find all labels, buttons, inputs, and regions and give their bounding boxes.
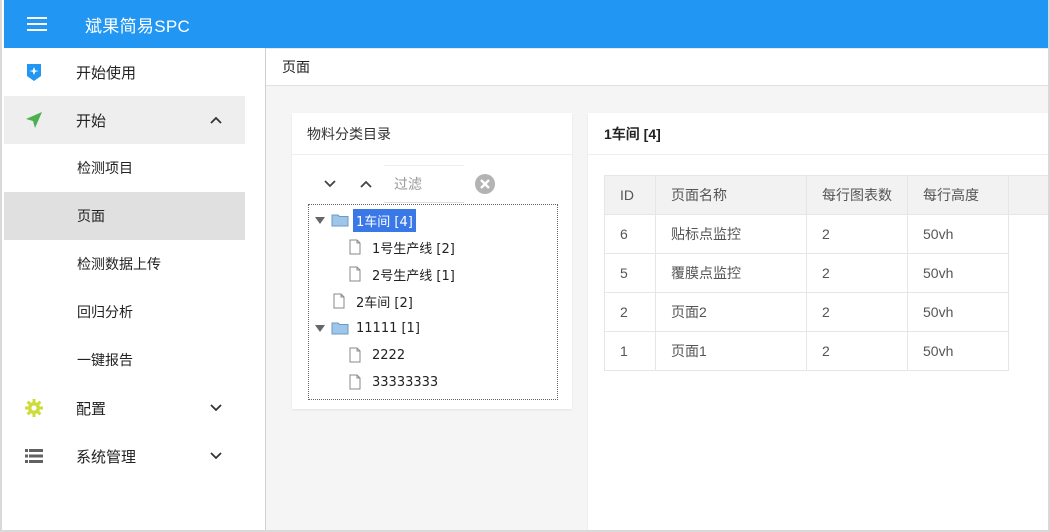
tree-node-33333333[interactable]: 33333333 xyxy=(349,370,441,394)
send-arrow-icon xyxy=(26,112,42,128)
tree-toolbar xyxy=(312,165,496,203)
hamburger-icon xyxy=(27,23,47,25)
cell-row-height: 50vh xyxy=(907,331,1009,371)
material-tree-card: 物料分类目录 1车间 [4] xyxy=(292,113,572,409)
clear-filter-icon[interactable] xyxy=(474,173,496,195)
app-title: 斌果简易SPC xyxy=(85,16,191,36)
sidebar: 开始使用 开始 检测项目 页面 检测数据上传 回归分析 一键报告 配置 系统管理 xyxy=(4,48,245,530)
tree-node-workshop-2[interactable]: 2车间 [2] xyxy=(333,289,416,313)
sidebar-item-label: 页面 xyxy=(77,208,105,224)
chevron-down-icon xyxy=(210,404,222,412)
cell-row-height: 50vh xyxy=(907,292,1009,332)
material-tree: 1车间 [4] 1号生产线 [2] 2号生产线 [1] 2车间 [2] 1111… xyxy=(308,204,558,400)
file-icon xyxy=(349,347,361,363)
cell-id: 5 xyxy=(604,253,656,293)
sidebar-item-label: 一键报告 xyxy=(77,352,133,368)
tree-node-2222[interactable]: 2222 xyxy=(349,343,408,367)
tree-card-title: 物料分类目录 xyxy=(292,113,572,155)
app-header: 斌果简易SPC xyxy=(4,0,1048,48)
cell-id: 1 xyxy=(604,331,656,371)
sidebar-item-label: 检测数据上传 xyxy=(77,256,161,272)
sidebar-item-start[interactable]: 开始 xyxy=(4,96,245,144)
collapse-triangle-icon[interactable] xyxy=(315,323,325,333)
cell-name: 贴标点监控 xyxy=(655,214,807,254)
sidebar-item-label: 回归分析 xyxy=(77,304,133,320)
folder-icon xyxy=(331,322,349,335)
chevron-up-icon xyxy=(210,116,222,124)
cell-name: 页面1 xyxy=(655,331,807,371)
sidebar-subitem-regression[interactable]: 回归分析 xyxy=(4,288,245,336)
breadcrumb: 页面 xyxy=(266,48,1048,86)
cell-id: 2 xyxy=(604,292,656,332)
sidebar-item-label: 系统管理 xyxy=(76,448,137,466)
pages-table: ID 页面名称 每行图表数 每行高度 6 贴标点监控 2 50vh 5 覆膜点监… xyxy=(604,175,1049,371)
file-icon xyxy=(349,374,361,390)
sidebar-subitem-inspection-items[interactable]: 检测项目 xyxy=(4,144,245,192)
sidebar-item-label: 检测项目 xyxy=(77,160,133,176)
sidebar-item-label: 配置 xyxy=(76,400,107,418)
pages-card-title: 1车间 [4] xyxy=(588,113,1048,155)
tree-node-line-1[interactable]: 1号生产线 [2] xyxy=(349,235,458,259)
chevron-up-icon xyxy=(360,180,372,188)
cell-name: 页面2 xyxy=(655,292,807,332)
table-header-row: ID 页面名称 每行图表数 每行高度 xyxy=(604,175,1048,215)
tree-node-label: 2车间 [2] xyxy=(356,295,413,311)
file-icon xyxy=(349,266,361,282)
cell-row-height: 50vh xyxy=(907,214,1009,254)
tree-node-label: 1号生产线 [2] xyxy=(372,241,455,257)
list-icon xyxy=(25,449,43,463)
sidebar-subitem-data-upload[interactable]: 检测数据上传 xyxy=(4,240,245,288)
column-header-name[interactable]: 页面名称 xyxy=(655,175,807,215)
tree-node-label: 1车间 [4] xyxy=(353,208,416,232)
sidebar-item-config[interactable]: 配置 xyxy=(4,384,245,432)
sidebar-subitem-pages[interactable]: 页面 xyxy=(4,192,245,240)
tree-node-11111[interactable]: 11111 [1] xyxy=(315,316,423,340)
table-row[interactable]: 6 贴标点监控 2 50vh xyxy=(604,214,1049,254)
column-header-row-height[interactable]: 每行高度 xyxy=(907,175,1009,215)
file-icon xyxy=(333,293,345,309)
chevron-down-icon xyxy=(210,452,222,460)
file-icon xyxy=(349,239,361,255)
cell-charts-per-row: 2 xyxy=(806,331,908,371)
collapse-triangle-icon[interactable] xyxy=(315,215,325,225)
cell-row-height: 50vh xyxy=(907,253,1009,293)
column-header-filler xyxy=(1008,175,1048,215)
expand-all-button[interactable] xyxy=(312,166,348,202)
breadcrumb-label: 页面 xyxy=(282,59,310,75)
sidebar-item-getting-started[interactable]: 开始使用 xyxy=(4,48,245,96)
table-row[interactable]: 1 页面1 2 50vh xyxy=(604,331,1049,371)
app-frame: 斌果简易SPC 开始使用 开始 检测项目 页面 检测数据上传 回归分析 一键报告… xyxy=(0,0,1050,532)
tree-node-label: 11111 [1] xyxy=(356,320,420,336)
column-header-id[interactable]: ID xyxy=(604,175,656,215)
cell-charts-per-row: 2 xyxy=(806,214,908,254)
cell-id: 6 xyxy=(604,214,656,254)
table-row[interactable]: 5 覆膜点监控 2 50vh xyxy=(604,253,1049,293)
cell-name: 覆膜点监控 xyxy=(655,253,807,293)
gear-icon xyxy=(25,399,43,417)
tree-filter-input[interactable] xyxy=(384,165,464,203)
sidebar-subitem-report[interactable]: 一键报告 xyxy=(4,336,245,384)
folder-icon xyxy=(331,214,349,227)
cell-charts-per-row: 2 xyxy=(806,292,908,332)
tree-node-label: 2号生产线 [1] xyxy=(372,268,455,284)
sparkle-badge-icon xyxy=(27,64,41,81)
table-row[interactable]: 2 页面2 2 50vh xyxy=(604,292,1049,332)
tree-node-label: 2222 xyxy=(372,347,406,363)
chevron-down-icon xyxy=(324,180,336,188)
cell-charts-per-row: 2 xyxy=(806,253,908,293)
main-content: 页面 物料分类目录 过滤 1车间 [4] 1号生产线 [2] 2号生产线 [1]… xyxy=(266,48,1049,530)
tree-node-workshop-1[interactable]: 1车间 [4] xyxy=(315,208,416,232)
pages-card: 1车间 [4] ID 页面名称 每行图表数 每行高度 6 贴标点监控 2 50v… xyxy=(588,113,1049,530)
sidebar-item-system[interactable]: 系统管理 xyxy=(4,432,245,480)
column-header-charts-per-row[interactable]: 每行图表数 xyxy=(806,175,908,215)
tree-node-line-2[interactable]: 2号生产线 [1] xyxy=(349,262,458,286)
hamburger-menu-button[interactable] xyxy=(4,0,70,48)
tree-node-label: 33333333 xyxy=(372,374,439,390)
sidebar-item-label: 开始使用 xyxy=(76,64,137,82)
sidebar-item-label: 开始 xyxy=(76,112,107,130)
collapse-all-button[interactable] xyxy=(348,166,384,202)
